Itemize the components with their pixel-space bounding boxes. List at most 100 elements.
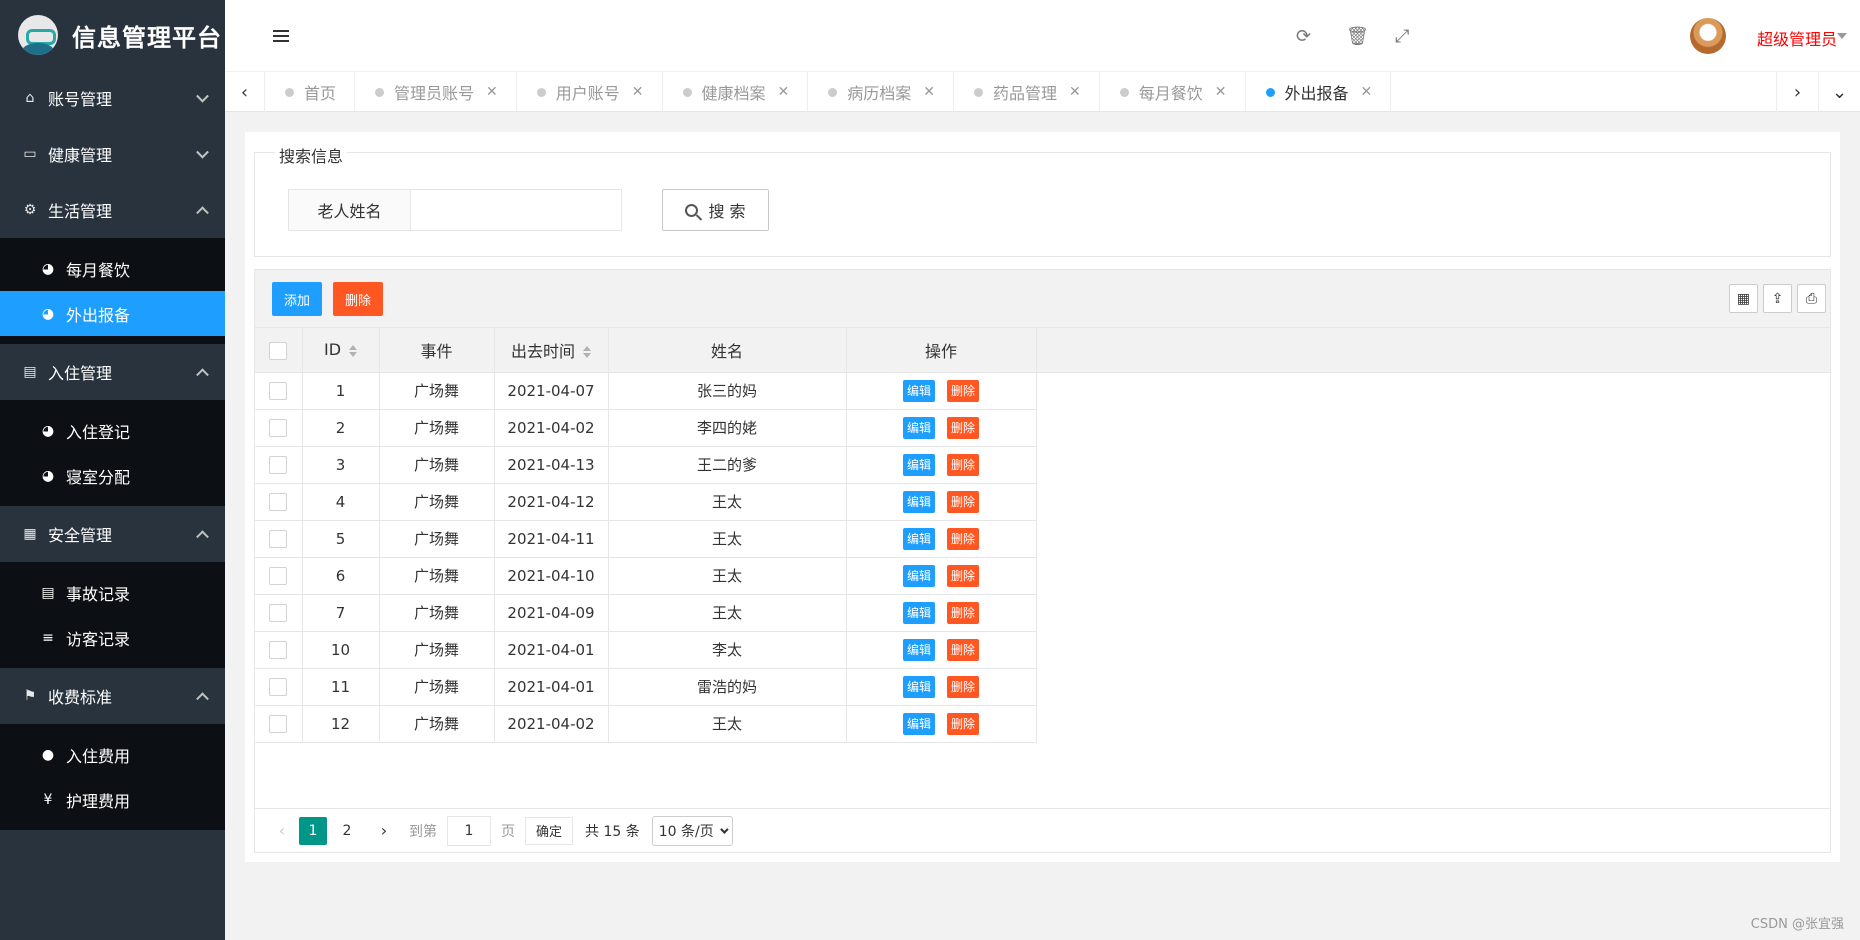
- tab[interactable]: 药品管理 ✕: [954, 72, 1100, 111]
- delete-button[interactable]: 删除: [947, 712, 979, 735]
- col-time[interactable]: 出去时间: [493, 328, 609, 373]
- chevron-up-icon: [196, 368, 209, 382]
- col-id[interactable]: ID: [301, 328, 380, 373]
- page-size-select[interactable]: 10 条/页: [651, 815, 733, 846]
- cell-name: 王太: [607, 704, 847, 743]
- cell-time: 2021-04-01: [493, 667, 609, 706]
- tab[interactable]: 外出报备 ✕: [1246, 72, 1392, 111]
- search-input[interactable]: [410, 189, 622, 231]
- sidebar-toggle-icon[interactable]: [273, 30, 289, 42]
- close-icon[interactable]: ✕: [1361, 84, 1373, 100]
- user-menu-caret-icon[interactable]: [1837, 33, 1847, 39]
- page-2[interactable]: 2: [333, 817, 361, 845]
- row-checkbox[interactable]: [269, 529, 288, 548]
- delete-button[interactable]: 删除: [947, 416, 979, 439]
- sort-icon[interactable]: [583, 346, 591, 359]
- edit-button[interactable]: 编辑: [903, 675, 935, 698]
- close-icon[interactable]: ✕: [1069, 84, 1081, 100]
- sidebar-item[interactable]: ◕ 入住登记: [0, 408, 225, 453]
- close-icon[interactable]: ✕: [486, 84, 498, 100]
- edit-button[interactable]: 编辑: [903, 601, 935, 624]
- tab[interactable]: 病历档案 ✕: [808, 72, 955, 111]
- columns-filter-icon[interactable]: ▦: [1729, 284, 1758, 313]
- row-checkbox[interactable]: [269, 603, 288, 622]
- sidebar-item[interactable]: ◕ 外出报备: [0, 291, 225, 336]
- row-select-cell: [255, 704, 303, 743]
- delete-button[interactable]: 删除: [947, 490, 979, 513]
- sidebar-item[interactable]: ◕ 寝室分配: [0, 453, 225, 498]
- edit-button[interactable]: 编辑: [903, 416, 935, 439]
- sidebar-item[interactable]: ◕ 每月餐饮: [0, 246, 225, 291]
- user-avatar[interactable]: [1690, 18, 1726, 54]
- delete-button[interactable]: 删除: [947, 379, 979, 402]
- delete-button[interactable]: 删除: [947, 675, 979, 698]
- menu-group-3[interactable]: ▤ 入住管理: [0, 344, 225, 400]
- sidebar-item[interactable]: ● 入住费用: [0, 732, 225, 777]
- sidebar-item[interactable]: ▤ 事故记录: [0, 570, 225, 615]
- delete-button[interactable]: 删除: [947, 638, 979, 661]
- batch-delete-button[interactable]: 删除: [333, 282, 383, 316]
- edit-button[interactable]: 编辑: [903, 712, 935, 735]
- fullscreen-icon[interactable]: ⤢: [1395, 26, 1409, 47]
- search-button[interactable]: 搜 索: [662, 189, 769, 231]
- row-checkbox[interactable]: [269, 640, 288, 659]
- delete-button[interactable]: 删除: [947, 564, 979, 587]
- goto-page-input[interactable]: 1: [447, 815, 491, 846]
- bars-icon: ≡: [42, 629, 54, 646]
- close-icon[interactable]: ✕: [923, 84, 935, 100]
- tab[interactable]: 每月餐饮 ✕: [1100, 72, 1246, 111]
- delete-button[interactable]: 删除: [947, 453, 979, 476]
- tab-scroll-right-icon[interactable]: ›: [1776, 72, 1818, 112]
- edit-button[interactable]: 编辑: [903, 564, 935, 587]
- logo[interactable]: 信息管理平台: [0, 0, 225, 70]
- tab[interactable]: 首页: [265, 72, 356, 111]
- menu-group-4[interactable]: ▦ 安全管理: [0, 506, 225, 562]
- delete-button[interactable]: 删除: [947, 527, 979, 550]
- row-checkbox[interactable]: [269, 455, 288, 474]
- cell-name: 李太: [607, 630, 847, 669]
- row-checkbox[interactable]: [269, 492, 288, 511]
- row-checkbox[interactable]: [269, 566, 288, 585]
- menu-group-0[interactable]: ⌂ 账号管理: [0, 70, 225, 126]
- delete-button[interactable]: 删除: [947, 601, 979, 624]
- menu-group-1[interactable]: ▭ 健康管理: [0, 126, 225, 182]
- trash-icon[interactable]: 🗑: [1346, 26, 1369, 47]
- menu-group-5[interactable]: ⚑ 收费标准: [0, 668, 225, 724]
- edit-button[interactable]: 编辑: [903, 638, 935, 661]
- sidebar-item[interactable]: ≡ 访客记录: [0, 615, 225, 660]
- prev-page-icon[interactable]: ‹: [271, 821, 293, 840]
- add-button[interactable]: 添加: [272, 282, 322, 316]
- col-filler: [1035, 328, 1830, 373]
- edit-button[interactable]: 编辑: [903, 453, 935, 476]
- print-icon[interactable]: ⎙: [1797, 284, 1826, 313]
- tab-scroll-left-icon[interactable]: ‹: [225, 72, 265, 112]
- refresh-icon[interactable]: ⟳: [1296, 26, 1311, 47]
- sidebar-item-label: 访客记录: [66, 629, 131, 649]
- page-1[interactable]: 1: [299, 816, 327, 845]
- edit-button[interactable]: 编辑: [903, 490, 935, 513]
- tab[interactable]: 管理员账号 ✕: [355, 72, 517, 111]
- row-checkbox[interactable]: [269, 677, 288, 696]
- next-page-icon[interactable]: ›: [373, 821, 395, 840]
- tab-label: 管理员账号: [394, 84, 475, 103]
- edit-button[interactable]: 编辑: [903, 379, 935, 402]
- row-checkbox[interactable]: [269, 381, 288, 400]
- menu-group-2[interactable]: ⚙ 生活管理: [0, 182, 225, 238]
- select-all-checkbox[interactable]: [269, 341, 288, 360]
- user-name[interactable]: 超级管理员: [1757, 26, 1837, 50]
- tab[interactable]: 用户账号 ✕: [517, 72, 663, 111]
- sidebar-item[interactable]: ¥ 护理费用: [0, 777, 225, 822]
- row-select-cell: [255, 445, 303, 484]
- row-checkbox[interactable]: [269, 714, 288, 733]
- sort-icon[interactable]: [349, 344, 358, 357]
- edit-button[interactable]: 编辑: [903, 527, 935, 550]
- close-icon[interactable]: ✕: [632, 84, 644, 100]
- tab[interactable]: 健康档案 ✕: [663, 72, 809, 111]
- row-checkbox[interactable]: [269, 418, 288, 437]
- export-icon[interactable]: ⇪: [1763, 284, 1792, 313]
- tab-more-chevron-down-icon[interactable]: ⌄: [1818, 72, 1860, 112]
- close-icon[interactable]: ✕: [778, 84, 790, 100]
- cell-time: 2021-04-09: [493, 593, 609, 632]
- close-icon[interactable]: ✕: [1215, 84, 1227, 100]
- goto-confirm-button[interactable]: 确定: [525, 816, 574, 845]
